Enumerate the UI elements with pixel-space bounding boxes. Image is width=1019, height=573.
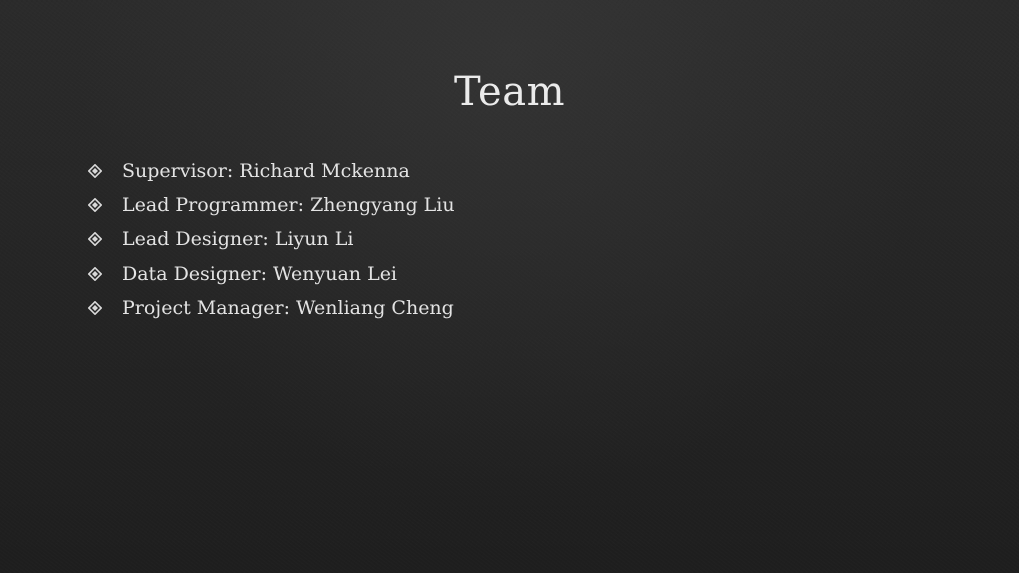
list-item-text: Supervisor: Richard Mckenna [122,160,410,183]
list-item: Data Designer: Wenyuan Lei [88,257,455,291]
diamond-bullet-icon [88,222,122,256]
diamond-bullet-icon [88,154,122,188]
list-item: Project Manager: Wenliang Cheng [88,291,455,325]
team-member-list: Supervisor: Richard Mckenna Lead Program… [88,154,455,325]
list-item-text: Lead Designer: Liyun Li [122,228,354,251]
slide-title: Team [453,69,566,115]
diamond-bullet-icon [88,291,122,325]
diamond-bullet-icon [88,188,122,222]
list-item-text: Lead Programmer: Zhengyang Liu [122,194,455,217]
list-item-text: Project Manager: Wenliang Cheng [122,296,454,319]
list-item: Lead Designer: Liyun Li [88,222,455,256]
list-item: Supervisor: Richard Mckenna [88,154,455,188]
list-item: Lead Programmer: Zhengyang Liu [88,188,455,222]
list-item-text: Data Designer: Wenyuan Lei [122,262,398,285]
diamond-bullet-icon [88,257,122,291]
presentation-slide: Team Supervisor: Richard Mckenna Lead Pr… [0,0,1019,573]
